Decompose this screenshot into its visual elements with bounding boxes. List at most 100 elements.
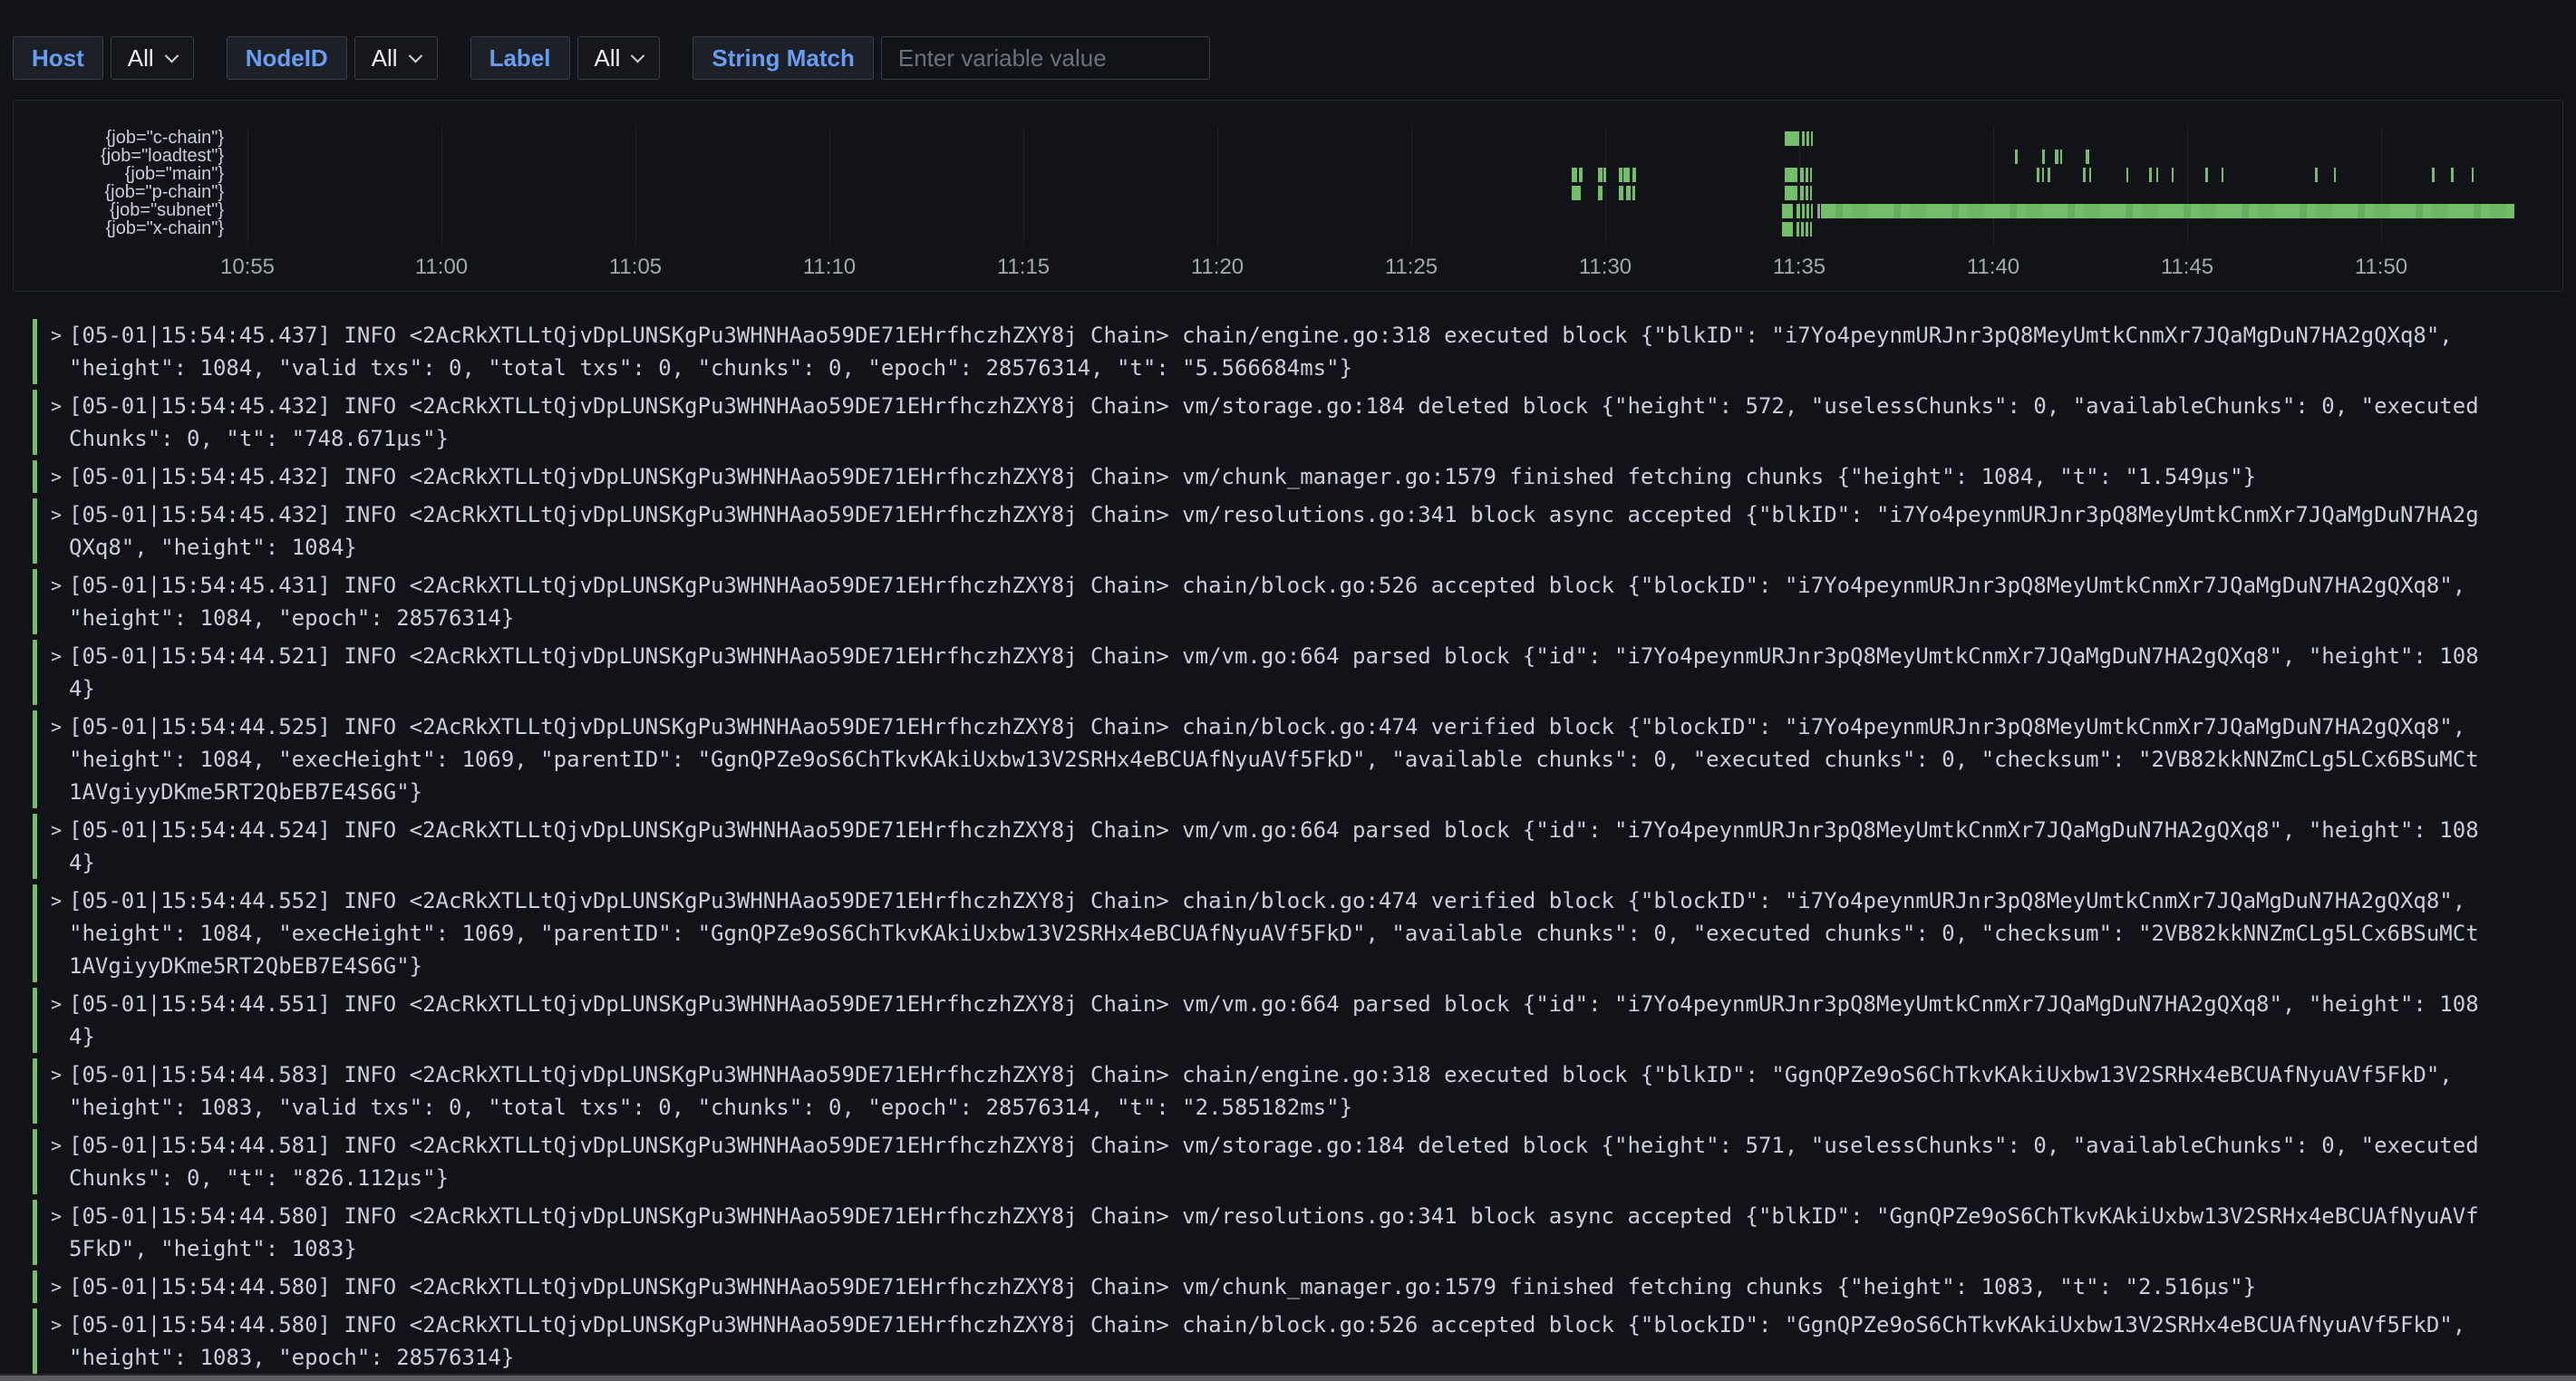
log-row[interactable]: >[05-01|15:54:45.432] INFO <2AcRkXTLLtQj… <box>33 498 2552 564</box>
x-gridline <box>2381 126 2382 246</box>
host-variable-dropdown[interactable]: All <box>111 36 194 80</box>
log-level-indicator <box>33 569 37 634</box>
log-message: [05-01|15:54:44.551] INFO <2AcRkXTLLtQjv… <box>69 988 2482 1053</box>
x-axis-tick-label: 11:15 <box>960 255 1087 280</box>
event-mark <box>2048 168 2050 182</box>
x-axis-tick-label: 11:45 <box>2124 255 2251 280</box>
event-mark <box>2042 168 2044 182</box>
legend-item[interactable]: {job="main"} <box>14 165 224 183</box>
event-mark <box>1810 222 1812 237</box>
log-level-indicator <box>33 814 37 879</box>
log-level-indicator <box>33 319 37 384</box>
event-mark <box>1785 186 1797 200</box>
event-mark <box>1802 131 1805 146</box>
expand-chevron-icon[interactable]: > <box>44 988 69 1053</box>
event-mark <box>1619 168 1622 182</box>
x-gridline <box>1993 126 1994 246</box>
log-row[interactable]: >[05-01|15:54:44.580] INFO <2AcRkXTLLtQj… <box>33 1270 2552 1303</box>
event-mark <box>2172 168 2174 182</box>
expand-chevron-icon[interactable]: > <box>44 814 69 879</box>
log-message: [05-01|15:54:44.583] INFO <2AcRkXTLLtQjv… <box>69 1058 2482 1124</box>
expand-chevron-icon[interactable]: > <box>44 569 69 634</box>
event-mark <box>1810 186 1812 200</box>
host-variable-value: All <box>128 44 154 72</box>
string-match-input[interactable] <box>881 36 1210 80</box>
nodeid-variable-dropdown[interactable]: All <box>354 36 438 80</box>
expand-chevron-icon[interactable]: > <box>44 390 69 455</box>
log-row[interactable]: >[05-01|15:54:44.580] INFO <2AcRkXTLLtQj… <box>33 1200 2552 1265</box>
log-row[interactable]: >[05-01|15:54:44.521] INFO <2AcRkXTLLtQj… <box>33 640 2552 705</box>
legend-item[interactable]: {job="c-chain"} <box>14 129 224 147</box>
event-mark <box>2205 168 2208 182</box>
log-level-indicator <box>33 1309 37 1374</box>
x-gridline <box>247 126 248 246</box>
event-mark <box>2042 150 2045 164</box>
log-row[interactable]: >[05-01|15:54:45.432] INFO <2AcRkXTLLtQj… <box>33 460 2552 493</box>
event-mark <box>2149 168 2152 182</box>
event-mark <box>1619 186 1623 200</box>
legend-item[interactable]: {job="p-chain"} <box>14 183 224 201</box>
expand-chevron-icon[interactable]: > <box>44 319 69 384</box>
log-level-indicator <box>33 1200 37 1265</box>
expand-chevron-icon[interactable]: > <box>44 460 69 493</box>
event-mark <box>2222 168 2223 182</box>
event-mark <box>1802 204 1805 218</box>
nodeid-variable-label: NodeID <box>227 36 347 80</box>
log-row[interactable]: >[05-01|15:54:44.580] INFO <2AcRkXTLLtQj… <box>33 1309 2552 1374</box>
expand-chevron-icon[interactable]: > <box>44 1129 69 1194</box>
log-row[interactable]: >[05-01|15:54:44.551] INFO <2AcRkXTLLtQj… <box>33 988 2552 1053</box>
event-mark <box>1782 204 1793 218</box>
label-variable-dropdown[interactable]: All <box>577 36 661 80</box>
log-level-indicator <box>33 498 37 564</box>
log-message: [05-01|15:54:44.552] INFO <2AcRkXTLLtQjv… <box>69 884 2482 982</box>
variables-toolbar: Host All NodeID All Label All String Mat… <box>13 36 1243 80</box>
log-row[interactable]: >[05-01|15:54:45.431] INFO <2AcRkXTLLtQj… <box>33 569 2552 634</box>
legend-item[interactable]: {job="x-chain"} <box>14 219 224 237</box>
log-message: [05-01|15:54:44.580] INFO <2AcRkXTLLtQjv… <box>69 1270 2482 1303</box>
event-mark <box>1796 204 1800 218</box>
log-message: [05-01|15:54:44.521] INFO <2AcRkXTLLtQjv… <box>69 640 2482 705</box>
string-match-group: String Match <box>692 36 1209 80</box>
log-row[interactable]: >[05-01|15:54:44.581] INFO <2AcRkXTLLtQj… <box>33 1129 2552 1194</box>
expand-chevron-icon[interactable]: > <box>44 498 69 564</box>
log-message: [05-01|15:54:45.432] INFO <2AcRkXTLLtQjv… <box>69 498 2482 564</box>
x-axis-tick-label: 11:00 <box>378 255 505 280</box>
event-mark <box>2083 168 2086 182</box>
x-gridline <box>635 126 636 246</box>
log-row[interactable]: >[05-01|15:54:45.437] INFO <2AcRkXTLLtQj… <box>33 319 2552 384</box>
expand-chevron-icon[interactable]: > <box>44 1058 69 1124</box>
event-mark <box>1800 186 1804 200</box>
log-level-indicator <box>33 988 37 1053</box>
event-mark <box>1572 186 1581 200</box>
x-axis-tick-label: 11:30 <box>1542 255 1669 280</box>
x-axis-tick-label: 11:05 <box>572 255 699 280</box>
x-gridline <box>441 126 442 246</box>
horizontal-scrollbar[interactable] <box>0 1374 2576 1381</box>
log-row[interactable]: >[05-01|15:54:45.432] INFO <2AcRkXTLLtQj… <box>33 390 2552 455</box>
event-mark <box>1632 186 1635 200</box>
expand-chevron-icon[interactable]: > <box>44 884 69 982</box>
event-mark <box>1626 186 1631 200</box>
log-row[interactable]: >[05-01|15:54:44.524] INFO <2AcRkXTLLtQj… <box>33 814 2552 879</box>
expand-chevron-icon[interactable]: > <box>44 1309 69 1374</box>
event-mark <box>2315 168 2318 182</box>
x-gridline <box>2187 126 2188 246</box>
legend-item[interactable]: {job="subnet"} <box>14 201 224 219</box>
log-message: [05-01|15:54:44.525] INFO <2AcRkXTLLtQjv… <box>69 710 2482 808</box>
log-row[interactable]: >[05-01|15:54:44.525] INFO <2AcRkXTLLtQj… <box>33 710 2552 808</box>
log-row[interactable]: >[05-01|15:54:44.552] INFO <2AcRkXTLLtQj… <box>33 884 2552 982</box>
log-message: [05-01|15:54:45.432] INFO <2AcRkXTLLtQjv… <box>69 390 2482 455</box>
log-level-indicator <box>33 390 37 455</box>
event-mark <box>1811 204 1813 218</box>
expand-chevron-icon[interactable]: > <box>44 1270 69 1303</box>
log-row[interactable]: >[05-01|15:54:44.583] INFO <2AcRkXTLLtQj… <box>33 1058 2552 1124</box>
legend-item[interactable]: {job="loadtest"} <box>14 147 224 165</box>
x-gridline <box>829 126 830 246</box>
expand-chevron-icon[interactable]: > <box>44 640 69 705</box>
expand-chevron-icon[interactable]: > <box>44 1200 69 1265</box>
x-axis-tick-label: 11:10 <box>766 255 893 280</box>
expand-chevron-icon[interactable]: > <box>44 710 69 808</box>
event-mark <box>1785 131 1799 146</box>
x-axis-tick-label: 10:55 <box>184 255 311 280</box>
log-message: [05-01|15:54:44.580] INFO <2AcRkXTLLtQjv… <box>69 1309 2482 1374</box>
